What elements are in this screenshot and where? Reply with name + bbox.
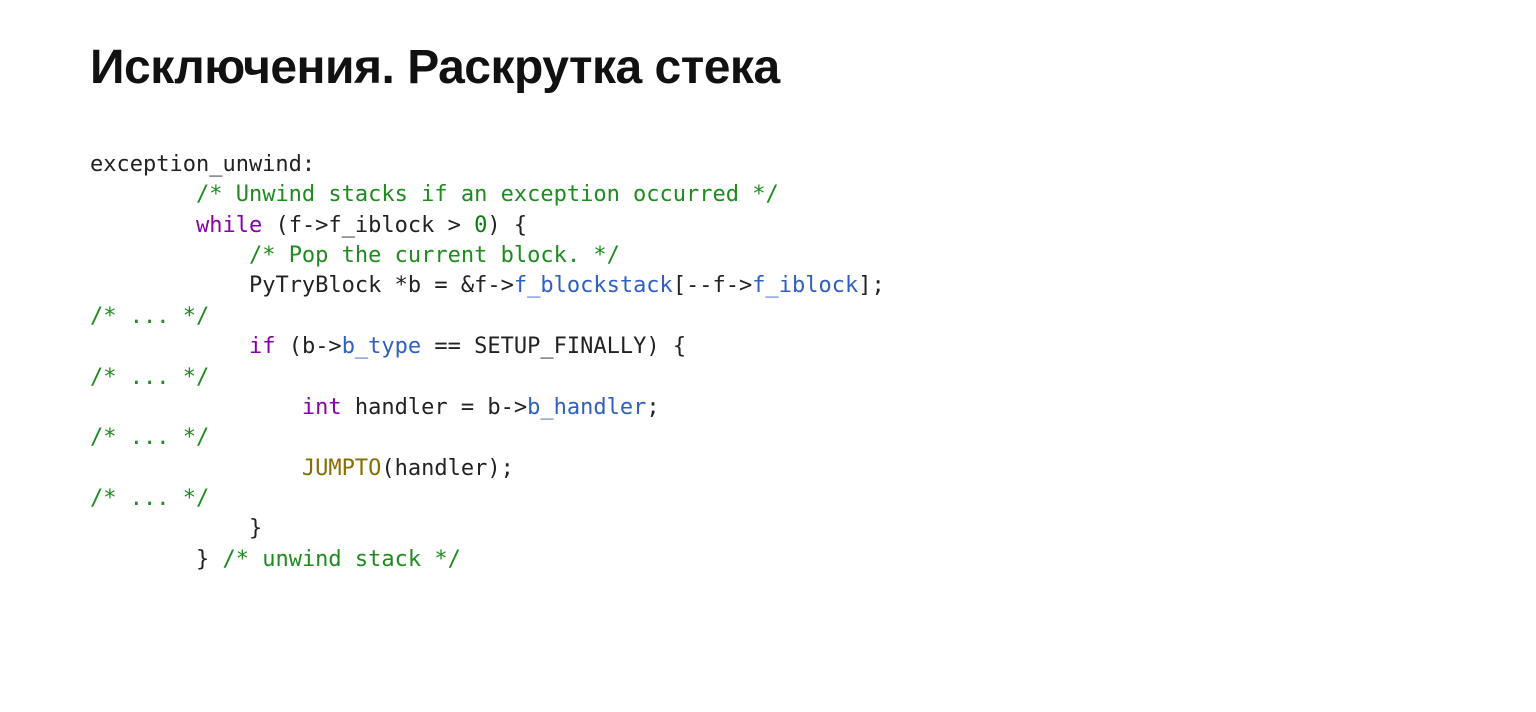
code-line-6-a: (b-> xyxy=(275,334,341,359)
code-line-10-tail: (handler); xyxy=(381,456,513,481)
code-line-2-lit: 0 xyxy=(474,213,487,238)
code-line-6-b: == SETUP_FINALLY) { xyxy=(421,334,686,359)
code-line-8-a: handler = b-> xyxy=(342,395,527,420)
code-line-4-indent xyxy=(90,273,249,298)
code-line-4-m2: f_iblock xyxy=(752,273,858,298)
code-line-8-kw: int xyxy=(302,395,342,420)
slide: Исключения. Раскрутка стека exception_un… xyxy=(0,0,1536,575)
code-line-8-m: b_handler xyxy=(527,395,646,420)
code-line-4-c: ]; xyxy=(858,273,885,298)
code-line-8-b: ; xyxy=(646,395,659,420)
code-line-6-m: b_type xyxy=(342,334,421,359)
code-line-4-m1: f_blockstack xyxy=(514,273,673,298)
code-line-1-indent xyxy=(90,182,196,207)
code-line-12-indent xyxy=(90,516,249,541)
code-line-1-comment: /* Unwind stacks if an exception occurre… xyxy=(196,182,779,207)
code-line-9-comment: /* ... */ xyxy=(90,425,209,450)
code-line-12-body: } xyxy=(249,516,262,541)
code-line-3-indent xyxy=(90,243,249,268)
code-line-10-indent xyxy=(90,456,302,481)
code-line-3-comment: /* Pop the current block. */ xyxy=(249,243,620,268)
code-line-13-indent xyxy=(90,547,196,572)
code-line-7-comment: /* ... */ xyxy=(90,365,209,390)
code-line-6-indent xyxy=(90,334,249,359)
code-line-2-tail: ) { xyxy=(487,213,527,238)
code-line-8-indent xyxy=(90,395,302,420)
code-line-6-kw: if xyxy=(249,334,276,359)
code-line-2-mid: (f->f_iblock > xyxy=(262,213,474,238)
code-line-13-comment: /* unwind stack */ xyxy=(222,547,460,572)
code-line-11-comment: /* ... */ xyxy=(90,486,209,511)
code-line-4-b: [--f-> xyxy=(673,273,752,298)
code-line-13-body: } xyxy=(196,547,223,572)
slide-title: Исключения. Раскрутка стека xyxy=(90,40,1446,95)
code-line-4-a: PyTryBlock *b = &f-> xyxy=(249,273,514,298)
code-line-2-indent xyxy=(90,213,196,238)
code-line-5-comment: /* ... */ xyxy=(90,304,209,329)
code-line-2-kw: while xyxy=(196,213,262,238)
code-block: exception_unwind: /* Unwind stacks if an… xyxy=(90,150,1446,575)
code-line-10-fn: JUMPTO xyxy=(302,456,381,481)
code-line-0: exception_unwind: xyxy=(90,152,315,177)
